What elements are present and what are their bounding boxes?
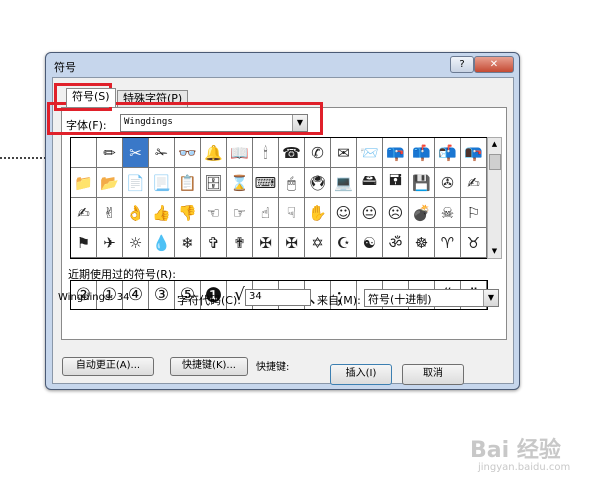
symbol-cell[interactable]: 📋: [175, 168, 201, 198]
chevron-down-icon[interactable]: ▼: [292, 115, 307, 131]
shortcut-key-button[interactable]: 快捷键(K)...: [170, 357, 248, 376]
symbol-cell[interactable]: ☠: [435, 198, 461, 228]
symbol-cell[interactable]: ☜: [201, 198, 227, 228]
symbol-cell[interactable]: ✋: [305, 198, 331, 228]
symbol-grid-scrollbar[interactable]: ▲ ▼: [487, 137, 502, 259]
symbol-cell[interactable]: ❄: [175, 228, 201, 258]
help-button[interactable]: ?: [450, 56, 474, 73]
symbol-cell[interactable]: ⌛: [227, 168, 253, 198]
symbol-cell[interactable]: 👓: [175, 138, 201, 168]
symbol-cell[interactable]: 💣: [409, 198, 435, 228]
dotted-callout-line: [0, 157, 46, 159]
symbol-code-info: Wingdings: 34: [58, 292, 130, 303]
dialog-body: 符号(S) 特殊字符(P) 字体(F): Wingdings ▼ ✏ ✂ ✁ 👓 🔔 📖 🕯…: [52, 77, 514, 384]
symbol-cell[interactable]: ☺: [331, 198, 357, 228]
symbol-cell[interactable]: ✆: [305, 138, 331, 168]
font-label: 字体(F):: [66, 119, 107, 132]
symbol-cell[interactable]: 😐: [357, 198, 383, 228]
symbol-cell[interactable]: 📨: [357, 138, 383, 168]
watermark-logo: Bai 经验: [470, 438, 561, 463]
symbol-dialog: 符号 ? ✕ 符号(S) 特殊字符(P) 字体(F): Wingdings ▼ …: [45, 52, 520, 390]
symbol-cell[interactable]: ⚑: [71, 228, 97, 258]
symbol-cell[interactable]: ☎: [279, 138, 305, 168]
symbol-cell[interactable]: 📖: [227, 138, 253, 168]
tab-special-characters[interactable]: 特殊字符(P): [117, 90, 189, 107]
symbol-cell[interactable]: 👍: [149, 198, 175, 228]
character-code-value: 34: [249, 291, 262, 302]
shortcut-key-label: 快捷键:: [256, 362, 290, 373]
symbol-cell[interactable]: ✠: [279, 228, 305, 258]
scroll-down-icon[interactable]: ▼: [488, 245, 501, 258]
symbol-cell[interactable]: ☟: [279, 198, 305, 228]
symbol-cell[interactable]: ☸: [409, 228, 435, 258]
character-code-label: 字符代码(C):: [177, 294, 241, 307]
symbol-cell[interactable]: ☼: [123, 228, 149, 258]
symbol-cell[interactable]: ✁: [149, 138, 175, 168]
symbol-cell[interactable]: 📬: [435, 138, 461, 168]
font-dropdown[interactable]: Wingdings ▼: [120, 114, 308, 132]
close-button[interactable]: ✕: [474, 56, 514, 73]
symbol-cell[interactable]: 💾: [409, 168, 435, 198]
tab-symbols[interactable]: 符号(S): [66, 88, 116, 107]
symbol-cell[interactable]: 🖬: [383, 168, 409, 198]
symbol-cell[interactable]: 🔔: [201, 138, 227, 168]
symbol-cell[interactable]: 💧: [149, 228, 175, 258]
symbol-cell[interactable]: 💻: [331, 168, 357, 198]
symbol-cell[interactable]: ✂: [123, 138, 149, 168]
symbol-cell[interactable]: ⌨: [253, 168, 279, 198]
symbol-cell[interactable]: 🕯: [253, 138, 279, 168]
symbol-cell[interactable]: 📫: [409, 138, 435, 168]
symbol-cell[interactable]: [71, 138, 97, 168]
symbol-cell[interactable]: ♈: [435, 228, 461, 258]
symbol-cell[interactable]: 🖴: [357, 168, 383, 198]
symbol-cell[interactable]: ✍: [71, 198, 97, 228]
insert-button[interactable]: 插入(I): [330, 364, 392, 385]
symbol-cell[interactable]: 🖲: [305, 168, 331, 198]
recent-symbol-cell[interactable]: ③: [149, 281, 175, 309]
symbol-cell[interactable]: ✇: [435, 168, 461, 198]
symbol-cell[interactable]: ☯: [357, 228, 383, 258]
title-bar: 符号 ? ✕: [46, 53, 519, 75]
symbol-cell[interactable]: ✏: [97, 138, 123, 168]
from-dropdown[interactable]: 符号(十进制) ▼: [364, 289, 499, 307]
symbol-cell[interactable]: ✍: [461, 168, 487, 198]
symbol-cell[interactable]: 📪: [383, 138, 409, 168]
symbol-cell[interactable]: 📄: [123, 168, 149, 198]
symbol-cell[interactable]: ✞: [201, 228, 227, 258]
from-label: 来自(M):: [317, 294, 361, 307]
watermark-url: jingyan.baidu.com: [478, 462, 571, 473]
symbol-cell[interactable]: ☪: [331, 228, 357, 258]
symbol-cell[interactable]: ♉: [461, 228, 487, 258]
symbol-cell[interactable]: ✡: [305, 228, 331, 258]
scroll-up-icon[interactable]: ▲: [488, 138, 501, 151]
symbol-cell[interactable]: 🖱: [279, 168, 305, 198]
symbol-cell[interactable]: ✌: [97, 198, 123, 228]
symbol-cell[interactable]: ॐ: [383, 228, 409, 258]
symbol-cell[interactable]: 📁: [71, 168, 97, 198]
scroll-thumb[interactable]: [489, 154, 501, 170]
from-value: 符号(十进制): [368, 293, 432, 306]
symbol-cell[interactable]: 👌: [123, 198, 149, 228]
symbol-cell[interactable]: 📃: [149, 168, 175, 198]
symbol-cell[interactable]: ✈: [97, 228, 123, 258]
symbol-cell[interactable]: ☞: [227, 198, 253, 228]
symbol-cell[interactable]: ☹: [383, 198, 409, 228]
character-code-input[interactable]: 34: [245, 289, 311, 306]
symbol-grid: ✏ ✂ ✁ 👓 🔔 📖 🕯 ☎ ✆ ✉ 📨 📪 📫 📬 📭 📁 📂 📄 📃 📋 🗄 ⌛ ⌨ 🖱 🖲 💻 🖴 🖬 💾 ✇ ✍ ✍ ✌ 👌 👍 👎 ☜ ☞ ☝ ☟…: [70, 137, 488, 259]
autocorrect-button[interactable]: 自动更正(A)...: [62, 357, 154, 376]
symbol-cell[interactable]: 📭: [461, 138, 487, 168]
symbol-cell[interactable]: 👎: [175, 198, 201, 228]
symbol-cell[interactable]: 📂: [97, 168, 123, 198]
symbol-cell[interactable]: ✠: [253, 228, 279, 258]
cancel-button[interactable]: 取消: [402, 364, 464, 385]
symbol-cell[interactable]: 🗄: [201, 168, 227, 198]
dialog-title: 符号: [54, 61, 76, 74]
symbol-cell[interactable]: ☝: [253, 198, 279, 228]
symbol-cell[interactable]: ✟: [227, 228, 253, 258]
symbol-cell[interactable]: ⚐: [461, 198, 487, 228]
chevron-down-icon[interactable]: ▼: [483, 290, 498, 306]
symbol-cell[interactable]: ✉: [331, 138, 357, 168]
font-value: Wingdings: [124, 117, 173, 127]
